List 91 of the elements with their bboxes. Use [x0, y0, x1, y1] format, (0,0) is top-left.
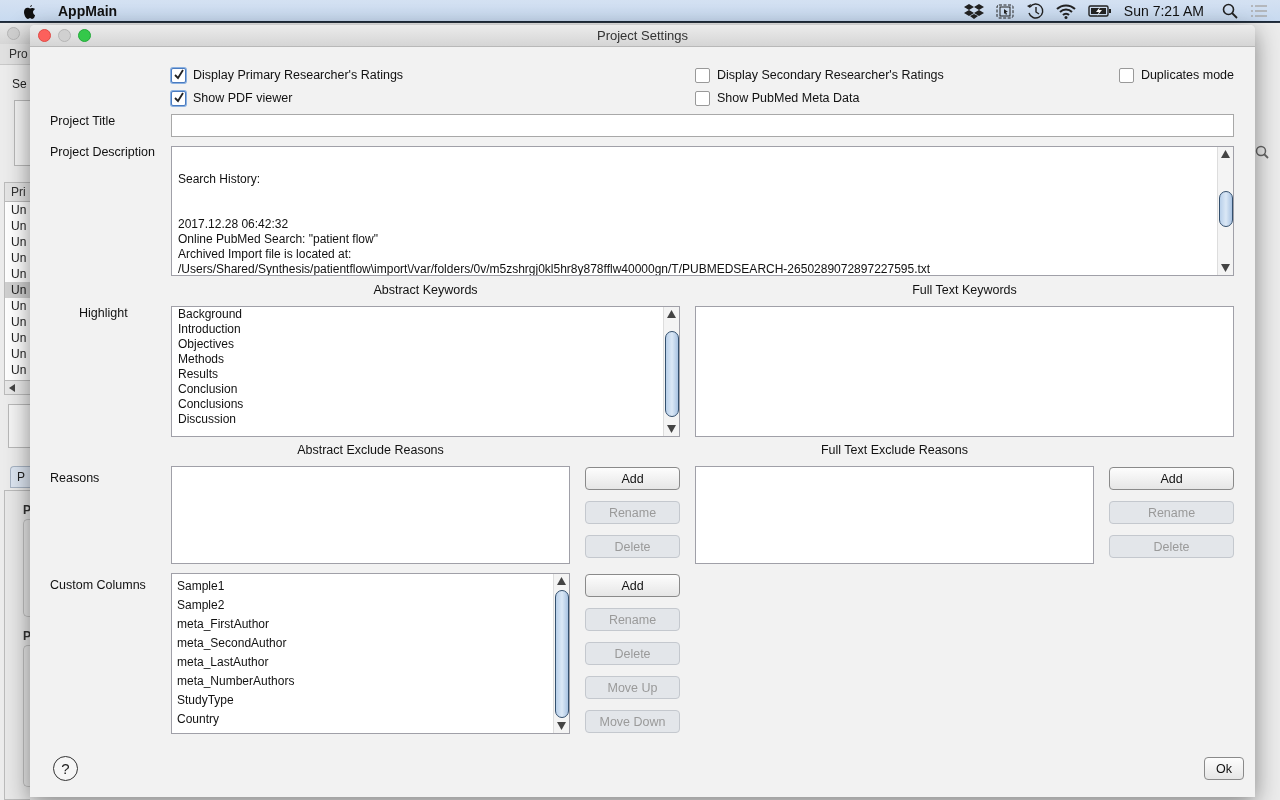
table-row[interactable]: Un: [5, 361, 30, 378]
checkbox[interactable]: [695, 90, 710, 106]
list-item[interactable]: Introduction: [178, 322, 663, 337]
button[interactable]: Add: [585, 467, 680, 490]
table-row[interactable]: Un: [5, 297, 30, 314]
list-item[interactable]: Country: [177, 710, 553, 729]
scrollbar-thumb[interactable]: [1218, 191, 1233, 227]
down-arrow-icon[interactable]: [557, 719, 566, 733]
field-label: Custom Columns: [50, 577, 147, 592]
menu-tab[interactable]: Pro: [0, 44, 30, 66]
help-button[interactable]: ?: [53, 756, 78, 781]
screen-icon[interactable]: [995, 2, 1014, 19]
list-item[interactable]: meta_LastAuthor: [177, 653, 553, 672]
vertical-scrollbar[interactable]: [663, 307, 679, 436]
table-row[interactable]: Un: [5, 249, 30, 266]
up-arrow-icon[interactable]: [557, 574, 566, 588]
description-line: Online PubMed Search: "patient flow": [178, 232, 379, 247]
up-arrow-icon[interactable]: [1221, 147, 1230, 161]
field-label: Project Description: [50, 145, 156, 159]
column-list[interactable]: Sample1 Sample2 meta_FirstAuthor meta_SecondAuthor meta_LastAuthor meta_NumberAuthors StudyType Country: [171, 573, 570, 734]
list-item[interactable]: Sample2: [177, 596, 553, 615]
table-row[interactable]: Un: [5, 345, 30, 362]
vertical-scrollbar[interactable]: [1217, 147, 1233, 275]
checkbox-label[interactable]: Show PubMed Meta Data: [717, 91, 860, 105]
list-item[interactable]: Objectives: [178, 337, 663, 352]
app-name[interactable]: AppMain: [58, 2, 118, 19]
checkbox[interactable]: [171, 67, 186, 83]
list-item[interactable]: Conclusions: [178, 397, 663, 412]
checkbox-label[interactable]: Duplicates mode: [1140, 68, 1234, 82]
down-arrow-icon[interactable]: [1221, 261, 1230, 275]
table-row[interactable]: Un: [5, 281, 30, 298]
list-item[interactable]: Sample1: [177, 577, 553, 596]
up-arrow-icon[interactable]: [667, 307, 676, 321]
table-header: Pri: [4, 181, 30, 202]
keyword-list[interactable]: Background Introduction Objectives Methods Results Conclusion Conclusions Discussion: [171, 306, 680, 437]
button[interactable]: Add: [1109, 467, 1234, 490]
apple-icon[interactable]: [22, 2, 36, 19]
field-label: Highlight: [78, 306, 129, 320]
down-arrow-icon[interactable]: [667, 422, 676, 436]
clock-icon[interactable]: [1025, 1, 1044, 20]
list-item[interactable]: meta_FirstAuthor: [177, 615, 553, 634]
field-label: Project Title: [50, 114, 117, 128]
text-field[interactable]: [171, 114, 1234, 137]
field-label: Reasons: [50, 470, 101, 485]
section-heading: Full Text Exclude Reasons: [819, 443, 970, 457]
close-button[interactable]: [38, 29, 51, 42]
list-item[interactable]: meta_NumberAuthors: [177, 672, 553, 691]
box-icon[interactable]: [963, 2, 984, 19]
table-row[interactable]: Un: [5, 201, 30, 218]
search-icon[interactable]: [1222, 2, 1238, 19]
checkbox-label[interactable]: Show PDF viewer: [193, 91, 293, 105]
horizontal-scrollbar[interactable]: [4, 380, 30, 395]
table-row[interactable]: Un: [5, 313, 30, 330]
description-line: Search History:: [178, 172, 262, 187]
scrollbar-thumb[interactable]: [664, 331, 679, 417]
list-item[interactable]: meta_SecondAuthor: [177, 634, 553, 653]
reasons-list[interactable]: [695, 466, 1094, 564]
description-line: 2017.12.28 06:42:32: [178, 217, 290, 232]
text-area[interactable]: [171, 146, 1234, 276]
list-item[interactable]: Results: [178, 367, 663, 382]
table-row[interactable]: Un: [5, 217, 30, 234]
description-line: /Users/Shared/Synthesis/patientflow\import\/var/folders/0v/m5zshrgj0kl5hr8y878fflw40000gn/T/PUBMEDSEARCH-2650289072897227595.txt: [178, 262, 932, 275]
reasons-list[interactable]: [171, 466, 570, 564]
clock-text[interactable]: Sun 7:21 AM: [1123, 2, 1204, 19]
tab[interactable]: P: [10, 466, 30, 488]
table-row[interactable]: Un: [5, 265, 30, 282]
section-heading: Full Text Keywords: [911, 283, 1018, 297]
checkbox[interactable]: [1119, 67, 1134, 83]
checkbox[interactable]: [171, 90, 186, 106]
search-label: Se: [11, 77, 28, 93]
list-item[interactable]: Conclusion: [178, 382, 663, 397]
section-heading: Abstract Keywords: [372, 283, 479, 297]
checkbox-label[interactable]: Display Primary Researcher's Ratings: [193, 68, 404, 82]
description-line: Archived Import file is located at:: [178, 247, 353, 262]
table-row[interactable]: Un: [5, 233, 30, 250]
left-arrow-icon[interactable]: [8, 383, 16, 392]
list-item[interactable]: Methods: [178, 352, 663, 367]
list-item[interactable]: StudyType: [177, 691, 553, 710]
wifi-icon[interactable]: [1055, 2, 1076, 19]
window-title: Project Settings: [596, 28, 688, 43]
checkbox-label[interactable]: Display Secondary Researcher's Ratings: [717, 68, 944, 82]
ok-button[interactable]: Ok: [1204, 757, 1244, 780]
button[interactable]: Add: [585, 574, 680, 597]
list-item[interactable]: Discussion: [178, 412, 663, 427]
checkbox[interactable]: [695, 67, 710, 83]
vertical-scrollbar[interactable]: [553, 574, 569, 733]
section-heading: Abstract Exclude Reasons: [296, 443, 445, 457]
battery-icon[interactable]: [1087, 3, 1112, 18]
list-item[interactable]: Background: [178, 307, 663, 322]
scrollbar-thumb[interactable]: [554, 590, 569, 718]
table-row[interactable]: Un: [5, 329, 30, 346]
